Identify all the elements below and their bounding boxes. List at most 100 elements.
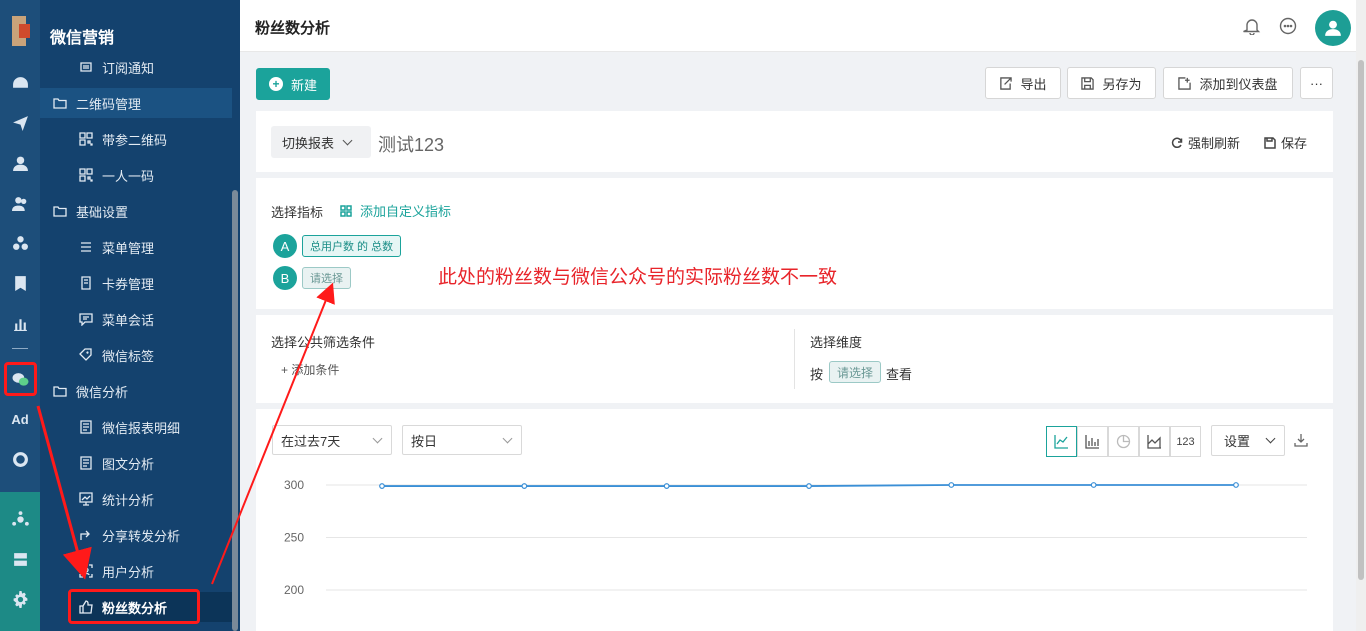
floppy-icon [1081,76,1095,90]
dashboard-icon[interactable] [0,68,40,98]
add-condition-link[interactable]: + 添加条件 [281,361,339,378]
page-scrollbar[interactable] [1356,0,1366,631]
data-point[interactable] [663,483,670,489]
annotation-text: 此处的粉丝数与微信公众号的实际粉丝数不一致 [438,267,838,288]
sidebar-item[interactable]: 一人一码 [40,160,232,190]
folder-icon [52,384,68,398]
add-dashboard-icon [1178,76,1192,90]
coupon-icon [78,276,94,290]
menu-section-title: 微信营销 [50,30,115,47]
export-icon [1000,76,1013,90]
fans-line-chart: 300 250 200 [284,478,1307,597]
server-icon[interactable] [0,544,40,574]
qrcode-icon [78,168,94,182]
y-tick-label: 250 [284,531,304,545]
sidebar-item-label: 订阅通知 [102,60,155,76]
time-range-select[interactable]: 在过去7天 [272,425,392,455]
save-as-button[interactable]: 另存为 [1067,67,1156,99]
sidebar-item-label: 用户分析 [102,564,155,580]
chevron-down-icon [1265,433,1276,444]
target-icon[interactable] [0,444,40,474]
data-point[interactable] [521,483,528,489]
cluster-icon[interactable] [0,228,40,258]
sidebar-item[interactable]: 图文分析 [40,448,232,478]
area-chart-toggle[interactable] [1139,426,1170,457]
badge-icon[interactable] [0,268,40,298]
data-point[interactable] [1233,482,1239,488]
rail-bottom-group [0,492,40,631]
sidebar-item[interactable]: 基础设置 [40,196,232,226]
export-button[interactable]: 导出 [985,67,1061,99]
scrollbar-thumb[interactable] [1358,60,1364,580]
pie-chart-toggle[interactable] [1108,426,1139,457]
share-icon [78,528,94,542]
avatar[interactable] [1315,10,1351,46]
sidebar-item[interactable]: 用户分析 [40,556,232,586]
sidebar-item-label: 卡券管理 [102,276,155,292]
ad-icon[interactable]: Ad [0,404,40,434]
bell-icon[interactable] [1243,17,1261,36]
dimension-select[interactable]: 请选择 [829,361,882,383]
data-point[interactable] [948,482,955,488]
dimension-title: 选择维度 [810,335,863,350]
highlight-box-wechat [4,362,37,396]
add-custom-metric-link[interactable]: 添加自定义指标 [340,201,451,220]
sidebar-item[interactable]: 二维码管理 [40,88,232,118]
add-to-dashboard-button[interactable]: 添加到仪表盘 [1163,67,1293,99]
save-icon [1264,136,1276,149]
icon-rail: Ad [0,0,40,631]
send-icon[interactable] [0,108,40,138]
network-icon[interactable] [0,504,40,534]
sidebar-item-label: 分享转发分析 [102,528,181,544]
download-icon[interactable] [1294,433,1308,447]
users-icon[interactable] [0,188,40,218]
report-name: 测试123 [378,135,445,155]
more-button[interactable]: ··· [1300,67,1333,99]
settings-dropdown[interactable]: 设置 [1211,425,1285,456]
sidebar-item[interactable]: 带参二维码 [40,124,232,154]
menu-scrollbar[interactable] [232,190,238,631]
qrcode-icon [78,132,94,146]
granularity-select[interactable]: 按日 [402,425,522,455]
sidebar-item[interactable]: 微信标签 [40,340,232,370]
force-refresh-button[interactable]: 强制刷新 [1171,133,1240,152]
sidebar-item[interactable]: 统计分析 [40,484,232,514]
sidebar-item[interactable]: 分享转发分析 [40,520,232,550]
y-tick-label: 300 [284,478,304,492]
plus-icon: + [268,77,283,91]
sidebar-item-label: 基础设置 [76,204,129,220]
sidebar-item-label: 带参二维码 [102,132,168,148]
gear-icon[interactable] [0,584,40,614]
switch-report-dropdown[interactable]: 切换报表 [271,126,371,158]
list-icon [78,60,94,74]
line-chart-toggle[interactable] [1046,426,1077,457]
sidebar-item-label: 图文分析 [102,456,155,472]
metric-b-select[interactable]: 请选择 [302,267,351,289]
sidebar-item[interactable]: 菜单管理 [40,232,232,262]
user-icon[interactable] [0,148,40,178]
data-point[interactable] [379,483,385,489]
sidebar-item[interactable]: 卡券管理 [40,268,232,298]
folder-icon [52,204,68,218]
menu-list-icon [78,240,94,254]
sidebar-item-label: 一人一码 [102,168,155,184]
data-point[interactable] [806,483,812,489]
bar-chart-toggle[interactable] [1077,426,1108,457]
save-button[interactable]: 保存 [1264,133,1307,152]
metric-a-select[interactable]: 总用户数 的 总数 [302,235,402,257]
chevron-down-icon [372,433,383,444]
message-icon[interactable] [1279,17,1297,35]
page-title: 粉丝数分析 [255,20,331,37]
report-card: 切换报表 测试123 强制刷新 保存 [256,111,1333,172]
data-point[interactable] [1090,482,1097,488]
report-icon [78,456,94,470]
grid-icon [340,204,352,217]
number-toggle[interactable]: 123 [1170,426,1201,457]
sidebar-item[interactable]: 订阅通知 [40,52,232,82]
sidebar-item[interactable]: 菜单会话 [40,304,232,334]
sidebar-item[interactable]: 微信报表明细 [40,412,232,442]
area-chart-icon [1147,435,1161,449]
bar-chart-icon[interactable] [0,308,40,338]
sidebar-item[interactable]: 微信分析 [40,376,232,406]
new-button[interactable]: + 新建 [256,68,330,100]
